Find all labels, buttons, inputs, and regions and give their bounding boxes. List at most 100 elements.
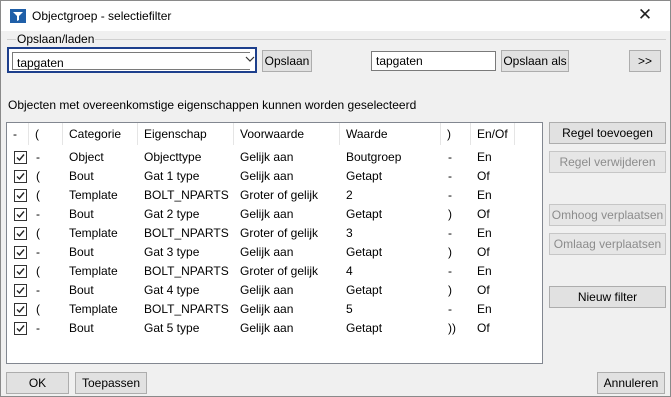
- move-up-button[interactable]: Omhoog verplaatsen: [549, 204, 666, 226]
- cell-voorwaarde[interactable]: Groter of gelijk: [240, 224, 318, 243]
- cancel-button[interactable]: Annuleren: [597, 372, 665, 394]
- cell-open-paren[interactable]: (: [36, 186, 40, 205]
- add-rule-button[interactable]: Regel toevoegen: [549, 122, 666, 144]
- cell-categorie[interactable]: Bout: [69, 281, 94, 300]
- header-en-of[interactable]: En/Of: [471, 123, 515, 145]
- row-checkbox[interactable]: [14, 303, 27, 316]
- cell-close-paren[interactable]: -: [448, 167, 452, 186]
- table-row[interactable]: (Template BOLT_NPARTS Gelijk aan 5 - En: [7, 300, 542, 319]
- filter-combobox[interactable]: tapgaten: [7, 47, 257, 73]
- table-row[interactable]: - Object Objecttype Gelijk aan Boutgroep - En: [7, 148, 542, 167]
- cell-close-paren[interactable]: -: [448, 186, 452, 205]
- table-row[interactable]: (Bout Gat 1 type Gelijk aan Getapt - Of: [7, 167, 542, 186]
- cell-categorie[interactable]: Bout: [69, 167, 94, 186]
- cell-en-of[interactable]: Of: [477, 281, 490, 300]
- cell-voorwaarde[interactable]: Gelijk aan: [240, 148, 293, 167]
- cell-eigenschap[interactable]: BOLT_NPARTS: [144, 224, 229, 243]
- cell-categorie[interactable]: Bout: [69, 319, 94, 338]
- row-checkbox[interactable]: [14, 208, 27, 221]
- apply-button[interactable]: Toepassen: [75, 372, 147, 394]
- cell-eigenschap[interactable]: BOLT_NPARTS: [144, 262, 229, 281]
- cell-en-of[interactable]: Of: [477, 243, 490, 262]
- ok-button[interactable]: OK: [6, 372, 69, 394]
- cell-eigenschap[interactable]: Objecttype: [144, 148, 201, 167]
- cell-en-of[interactable]: En: [477, 148, 492, 167]
- cell-waarde[interactable]: Getapt: [346, 167, 382, 186]
- cell-en-of[interactable]: En: [477, 186, 492, 205]
- cell-open-paren[interactable]: (: [36, 262, 40, 281]
- more-options-button[interactable]: >>: [629, 50, 661, 72]
- header-eigenschap[interactable]: Eigenschap: [138, 123, 234, 145]
- table-row[interactable]: ( Template BOLT_NPARTS Groter of gelijk 4 - En: [7, 262, 542, 281]
- cell-en-of[interactable]: En: [477, 262, 492, 281]
- cell-open-paren[interactable]: -: [36, 148, 40, 167]
- cell-voorwaarde[interactable]: Gelijk aan: [240, 319, 293, 338]
- cell-open-paren[interactable]: -: [36, 205, 40, 224]
- table-row[interactable]: (Template BOLT_NPARTS Groter of gelijk 2 - En: [7, 186, 542, 205]
- cell-eigenschap[interactable]: Gat 3 type: [144, 243, 199, 262]
- cell-categorie[interactable]: Bout: [69, 243, 94, 262]
- table-row[interactable]: - Bout Gat 2 type Gelijk aan Getapt) Of: [7, 205, 542, 224]
- cell-eigenschap[interactable]: Gat 4 type: [144, 281, 199, 300]
- new-filter-button[interactable]: Nieuw filter: [549, 286, 666, 308]
- cell-eigenschap[interactable]: BOLT_NPARTS: [144, 186, 229, 205]
- header-open-paren[interactable]: (: [29, 123, 63, 145]
- cell-voorwaarde[interactable]: Groter of gelijk: [240, 262, 318, 281]
- row-checkbox[interactable]: [14, 189, 27, 202]
- cell-open-paren[interactable]: -: [36, 281, 40, 300]
- cell-close-paren[interactable]: -: [448, 262, 452, 281]
- close-icon[interactable]: ✕: [634, 4, 656, 26]
- cell-voorwaarde[interactable]: Gelijk aan: [240, 243, 293, 262]
- cell-waarde[interactable]: Getapt: [346, 281, 382, 300]
- cell-categorie[interactable]: Template: [69, 262, 118, 281]
- cell-eigenschap[interactable]: Gat 1 type: [144, 167, 199, 186]
- row-checkbox[interactable]: [14, 246, 27, 259]
- remove-rule-button[interactable]: Regel verwijderen: [549, 151, 666, 173]
- cell-waarde[interactable]: Getapt: [346, 319, 382, 338]
- row-checkbox[interactable]: [14, 151, 27, 164]
- row-checkbox[interactable]: [14, 265, 27, 278]
- table-row[interactable]: - Bout Gat 5 type Gelijk aan Getapt)) Of: [7, 319, 542, 338]
- cell-voorwaarde[interactable]: Gelijk aan: [240, 167, 293, 186]
- table-row[interactable]: (Template BOLT_NPARTS Groter of gelijk 3 - En: [7, 224, 542, 243]
- cell-en-of[interactable]: Of: [477, 167, 490, 186]
- cell-close-paren[interactable]: ): [448, 243, 452, 262]
- cell-open-paren[interactable]: -: [36, 319, 40, 338]
- save-as-button[interactable]: Opslaan als: [501, 50, 569, 72]
- cell-en-of[interactable]: En: [477, 300, 492, 319]
- cell-waarde[interactable]: 5: [346, 300, 353, 319]
- cell-open-paren[interactable]: -: [36, 243, 40, 262]
- cell-waarde[interactable]: Boutgroep: [346, 148, 401, 167]
- row-checkbox[interactable]: [14, 322, 27, 335]
- table-row[interactable]: - Bout Gat 4 type Gelijk aan Getapt) Of: [7, 281, 542, 300]
- header-waarde[interactable]: Waarde: [340, 123, 441, 145]
- cell-categorie[interactable]: Template: [69, 186, 118, 205]
- table-row[interactable]: - Bout Gat 3 type Gelijk aan Getapt) Of: [7, 243, 542, 262]
- cell-categorie[interactable]: Template: [69, 224, 118, 243]
- save-as-name-field[interactable]: tapgaten: [371, 51, 496, 71]
- cell-waarde[interactable]: Getapt: [346, 205, 382, 224]
- cell-close-paren[interactable]: )): [448, 319, 456, 338]
- cell-waarde[interactable]: 4: [346, 262, 353, 281]
- cell-close-paren[interactable]: -: [448, 148, 452, 167]
- cell-categorie[interactable]: Object: [69, 148, 104, 167]
- cell-close-paren[interactable]: ): [448, 205, 452, 224]
- cell-eigenschap[interactable]: BOLT_NPARTS: [144, 300, 229, 319]
- row-checkbox[interactable]: [14, 170, 27, 183]
- cell-waarde[interactable]: 2: [346, 186, 353, 205]
- cell-close-paren[interactable]: -: [448, 224, 452, 243]
- row-checkbox[interactable]: [14, 284, 27, 297]
- cell-en-of[interactable]: Of: [477, 205, 490, 224]
- cell-categorie[interactable]: Bout: [69, 205, 94, 224]
- cell-eigenschap[interactable]: Gat 5 type: [144, 319, 199, 338]
- save-button[interactable]: Opslaan: [262, 50, 312, 72]
- cell-close-paren[interactable]: -: [448, 300, 452, 319]
- cell-waarde[interactable]: Getapt: [346, 243, 382, 262]
- cell-open-paren[interactable]: (: [36, 300, 40, 319]
- cell-eigenschap[interactable]: Gat 2 type: [144, 205, 199, 224]
- chevron-down-icon[interactable]: [245, 54, 255, 64]
- cell-voorwaarde[interactable]: Gelijk aan: [240, 281, 293, 300]
- cell-en-of[interactable]: Of: [477, 319, 490, 338]
- header-dash[interactable]: -: [7, 123, 29, 145]
- cell-open-paren[interactable]: (: [36, 224, 40, 243]
